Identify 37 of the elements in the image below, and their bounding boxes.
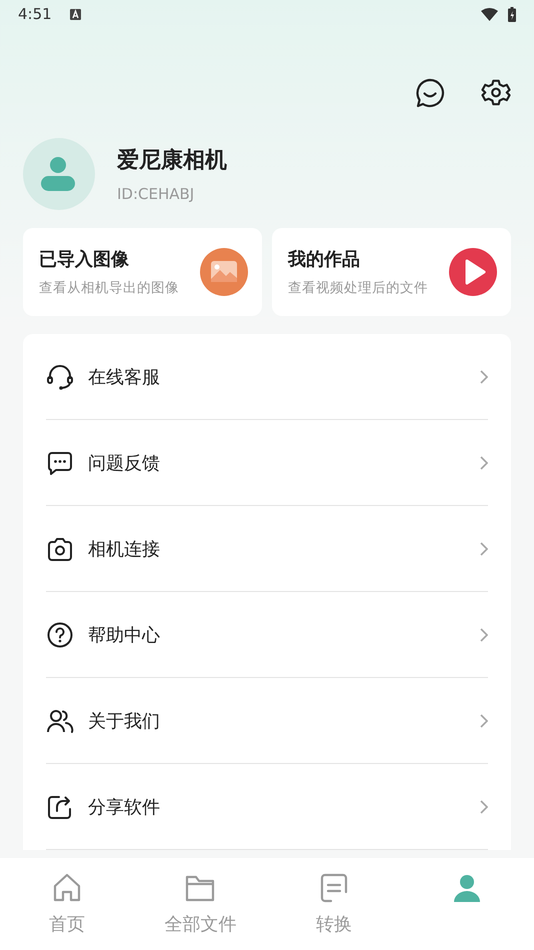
menu-item[interactable]: 关于我们 <box>46 678 488 764</box>
menu-label: 相机连接 <box>88 538 161 560</box>
headset-icon <box>46 362 74 390</box>
help-icon <box>46 620 74 648</box>
chat-smile-icon[interactable] <box>415 78 445 108</box>
settings-icon[interactable] <box>481 78 511 108</box>
chevron-right-icon <box>480 628 488 642</box>
menu-item[interactable]: 帮助中心 <box>46 592 488 678</box>
menu-label: 问题反馈 <box>88 452 161 474</box>
menu-label: 关于我们 <box>88 710 161 732</box>
shortcut-card[interactable]: 已导入图像 查看从相机导出的图像 <box>23 228 262 316</box>
menu-item[interactable]: 问题反馈 <box>46 420 488 506</box>
menu-label: 分享软件 <box>88 796 161 818</box>
chevron-right-icon <box>480 800 488 814</box>
chevron-right-icon <box>480 542 488 556</box>
chevron-right-icon <box>480 714 488 728</box>
avatar-icon <box>23 138 95 210</box>
menu-item[interactable]: 在线客服 <box>46 334 488 420</box>
menu-item[interactable]: 分享软件 <box>46 764 488 850</box>
card-subtitle: 查看从相机导出的图像 <box>39 279 180 297</box>
chevron-right-icon <box>480 456 488 470</box>
card-title: 已导入图像 <box>39 248 130 271</box>
battery-icon <box>508 6 516 22</box>
card-subtitle: 查看视频处理后的文件 <box>288 279 429 297</box>
chevron-right-icon <box>480 370 488 384</box>
shortcut-card[interactable]: 我的作品 查看视频处理后的文件 <box>272 228 511 316</box>
profile-name: 爱尼康相机 <box>117 147 227 175</box>
card-title: 我的作品 <box>288 248 361 271</box>
menu-item[interactable]: 相机连接 <box>46 506 488 592</box>
profile-id: ID:CEHABJ <box>117 185 196 203</box>
play-icon <box>449 248 497 296</box>
menu-label: 在线客服 <box>88 366 161 388</box>
status-time: 4:51 <box>18 5 52 23</box>
wifi-icon <box>481 8 498 20</box>
menu-label: 帮助中心 <box>88 624 161 646</box>
picture-icon <box>200 248 248 296</box>
notification-icon <box>70 8 81 20</box>
